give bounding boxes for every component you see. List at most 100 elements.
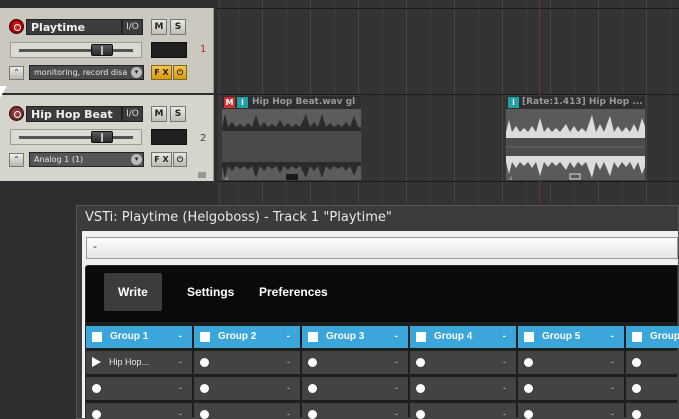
fx-button[interactable]: F X xyxy=(151,65,172,80)
group-header[interactable]: Group 3 - xyxy=(302,326,408,348)
slot-menu-dash[interactable]: - xyxy=(503,403,506,419)
record-arm-button[interactable] xyxy=(9,106,24,121)
record-arm-button[interactable] xyxy=(9,19,24,34)
record-mode-select[interactable]: monitoring, record disa ▾ xyxy=(29,65,144,80)
group-header[interactable]: Group xyxy=(626,326,679,348)
record-slot-icon[interactable] xyxy=(524,358,533,367)
clip-slot[interactable]: - xyxy=(86,377,192,400)
group-checkbox[interactable] xyxy=(92,332,102,342)
group-header[interactable]: Group 1 - xyxy=(86,326,192,348)
group-menu-dash[interactable]: - xyxy=(287,326,290,348)
clip-slot[interactable]: - xyxy=(194,403,300,419)
fx-bypass-icon[interactable]: ⏻ xyxy=(173,152,187,167)
group-menu-dash[interactable]: - xyxy=(395,326,398,348)
clip-slot[interactable] xyxy=(626,351,679,374)
fx-button[interactable]: F X xyxy=(151,152,172,167)
record-slot-icon[interactable] xyxy=(308,410,317,419)
slot-menu-dash[interactable]: - xyxy=(287,351,290,374)
record-slot-icon[interactable] xyxy=(416,384,425,393)
group-header[interactable]: Group 2 - xyxy=(194,326,300,348)
volume-fader[interactable] xyxy=(10,42,142,58)
group-header[interactable]: Group 4 - xyxy=(410,326,516,348)
group-checkbox[interactable] xyxy=(632,332,642,342)
group-menu-dash[interactable]: - xyxy=(179,326,182,348)
preset-dropdown[interactable]: - xyxy=(86,237,678,259)
clip-slot[interactable] xyxy=(626,403,679,419)
clip-slot[interactable]: - xyxy=(302,351,408,374)
record-slot-icon[interactable] xyxy=(524,410,533,419)
group-checkbox[interactable] xyxy=(308,332,318,342)
record-slot-icon[interactable] xyxy=(200,410,209,419)
clip-slot[interactable]: - xyxy=(194,351,300,374)
item-mute-badge[interactable]: M xyxy=(224,97,235,108)
clip-slot[interactable]: - xyxy=(86,403,192,419)
clip-slot[interactable] xyxy=(626,377,679,400)
item-info-badge[interactable]: i xyxy=(508,97,519,108)
vsti-window[interactable]: VSTi: Playtime (Helgoboss) - Track 1 "Pl… xyxy=(76,205,679,419)
slot-menu-dash[interactable]: - xyxy=(179,351,182,374)
media-item-2[interactable]: [Rate:1.413] Hip Hop ... i xyxy=(505,95,646,181)
folder-icon[interactable] xyxy=(198,172,206,178)
mute-button[interactable]: M xyxy=(151,106,167,122)
clip-slot[interactable]: - xyxy=(410,351,516,374)
record-slot-icon[interactable] xyxy=(632,410,641,419)
clip-slot[interactable]: Hip Hop... - xyxy=(86,351,192,374)
slot-menu-dash[interactable]: - xyxy=(395,377,398,400)
slot-menu-dash[interactable]: - xyxy=(179,377,182,400)
volume-fader[interactable] xyxy=(10,129,142,145)
slot-menu-dash[interactable]: - xyxy=(395,403,398,419)
slot-menu-dash[interactable]: - xyxy=(287,377,290,400)
track-panel-2[interactable]: Hip Hop Beat I/O M S 2 ⌃ Analog 1 (1) ▾ F… xyxy=(0,95,214,181)
envelope-icon[interactable]: ⌃ xyxy=(9,153,24,167)
io-button[interactable]: I/O xyxy=(122,19,143,35)
group-menu-dash[interactable]: - xyxy=(503,326,506,348)
slot-menu-dash[interactable]: - xyxy=(179,403,182,419)
track-panel-1[interactable]: Playtime I/O M S 1 ⌃ monitoring, record … xyxy=(0,8,214,93)
settings-button[interactable]: Settings xyxy=(173,273,248,311)
record-slot-icon[interactable] xyxy=(200,384,209,393)
input-select[interactable]: Analog 1 (1) ▾ xyxy=(29,152,144,167)
solo-button[interactable]: S xyxy=(170,106,186,122)
write-button[interactable]: Write xyxy=(104,273,162,311)
preferences-button[interactable]: Preferences xyxy=(245,273,342,311)
slot-menu-dash[interactable]: - xyxy=(503,351,506,374)
record-slot-icon[interactable] xyxy=(92,384,101,393)
slot-menu-dash[interactable]: - xyxy=(611,351,614,374)
clip-slot[interactable]: - xyxy=(410,403,516,419)
item-info-badge[interactable]: i xyxy=(237,97,248,108)
slot-menu-dash[interactable]: - xyxy=(611,377,614,400)
media-item-1[interactable]: Hip Hop Beat.wav gl M i xyxy=(221,95,362,181)
io-button[interactable]: I/O xyxy=(122,106,143,122)
record-slot-icon[interactable] xyxy=(200,358,209,367)
fader-knob[interactable] xyxy=(91,131,113,143)
record-slot-icon[interactable] xyxy=(308,358,317,367)
clip-slot[interactable]: - xyxy=(518,377,624,400)
envelope-icon[interactable]: ⌃ xyxy=(9,66,24,80)
slot-menu-dash[interactable]: - xyxy=(287,403,290,419)
clip-slot[interactable]: - xyxy=(518,351,624,374)
solo-button[interactable]: S xyxy=(170,19,186,35)
play-icon[interactable] xyxy=(92,357,101,367)
group-checkbox[interactable] xyxy=(524,332,534,342)
record-slot-icon[interactable] xyxy=(92,410,101,419)
clip-slot[interactable]: - xyxy=(194,377,300,400)
slot-menu-dash[interactable]: - xyxy=(503,377,506,400)
track-name[interactable]: Hip Hop Beat xyxy=(26,106,122,122)
record-slot-icon[interactable] xyxy=(632,358,641,367)
group-header[interactable]: Group 5 - xyxy=(518,326,624,348)
track-name[interactable]: Playtime xyxy=(26,19,122,35)
clip-slot[interactable]: - xyxy=(302,377,408,400)
record-slot-icon[interactable] xyxy=(416,410,425,419)
clip-slot[interactable]: - xyxy=(518,403,624,419)
record-slot-icon[interactable] xyxy=(632,384,641,393)
clip-slot[interactable]: - xyxy=(410,377,516,400)
fader-knob[interactable] xyxy=(91,44,113,56)
group-checkbox[interactable] xyxy=(416,332,426,342)
group-menu-dash[interactable]: - xyxy=(611,326,614,348)
slot-menu-dash[interactable]: - xyxy=(395,351,398,374)
mute-button[interactable]: M xyxy=(151,19,167,35)
group-checkbox[interactable] xyxy=(200,332,210,342)
clip-slot[interactable]: - xyxy=(302,403,408,419)
fx-bypass-icon[interactable]: ⏻ xyxy=(173,65,187,80)
record-slot-icon[interactable] xyxy=(416,358,425,367)
